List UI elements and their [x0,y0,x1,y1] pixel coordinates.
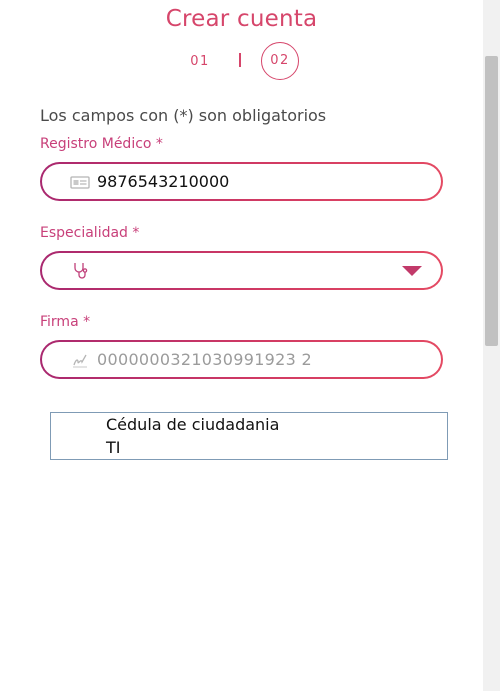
stethoscope-icon [70,261,90,281]
id-card-icon [70,172,90,192]
document-type-options: Cédula de ciudadania TI [50,412,448,460]
registro-medico-value: 9876543210000 [97,172,230,191]
page-title: Crear cuenta [165,6,318,32]
especialidad-label: Especialidad * [40,225,140,241]
registro-medico-label: Registro Médico * [40,136,163,152]
signature-icon [70,350,90,370]
step-2-current[interactable]: 02 [261,42,299,80]
firma-field[interactable]: 0000000321030991923 2 [40,340,443,379]
scrollbar-thumb[interactable] [485,56,498,346]
firma-input[interactable]: 0000000321030991923 2 [97,342,312,377]
chevron-down-icon[interactable] [402,266,422,276]
option-cedula[interactable]: Cédula de ciudadania [106,414,279,436]
step-divider [239,53,241,67]
especialidad-select[interactable] [40,251,443,290]
scrollbar[interactable] [483,0,500,691]
step-indicator: 01 02 [0,42,483,82]
required-fields-notice: Los campos con (*) son obligatorios [40,106,327,125]
option-ti[interactable]: TI [106,437,121,459]
create-account-page: Crear cuenta 01 02 Los campos con (*) so… [0,0,500,691]
step-1[interactable]: 01 [185,54,215,69]
firma-label: Firma * [40,314,91,330]
registro-medico-field[interactable]: 9876543210000 [40,162,443,201]
